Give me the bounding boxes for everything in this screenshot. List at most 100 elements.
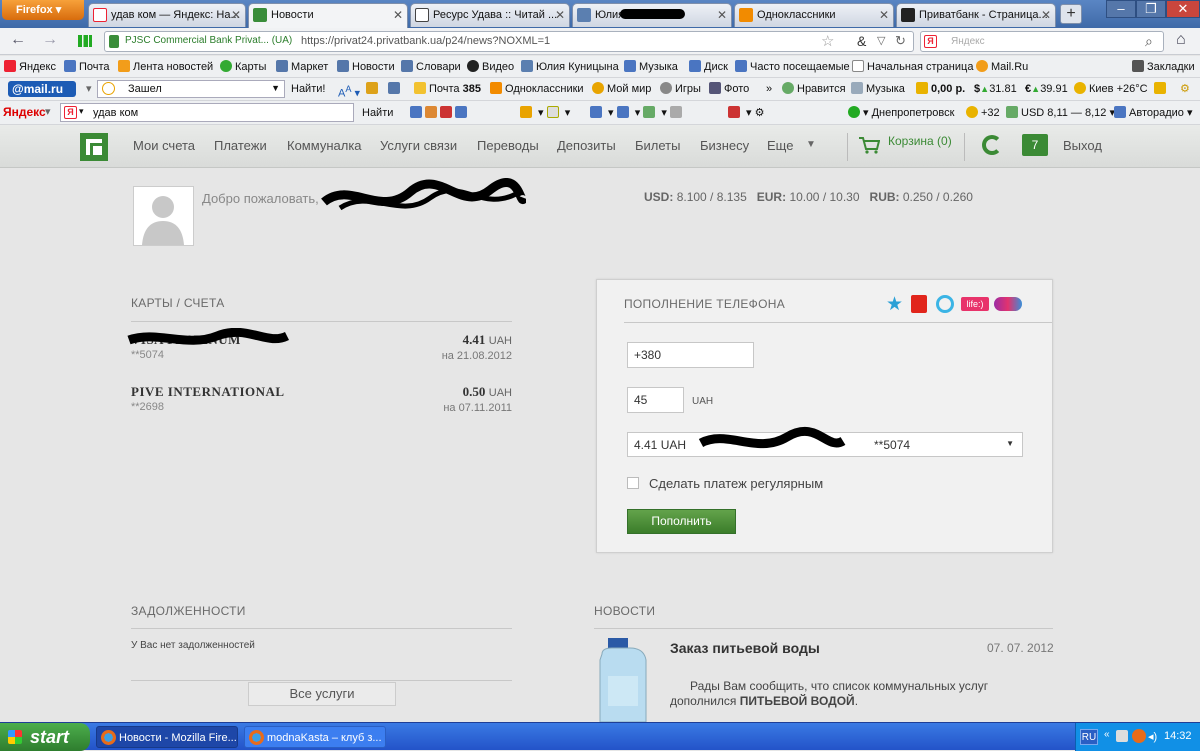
- close-tab-icon[interactable]: ✕: [231, 4, 241, 26]
- highlight-icon[interactable]: [366, 82, 381, 96]
- tab-novosti[interactable]: Новости ✕: [248, 3, 408, 28]
- amount-input[interactable]: 45: [627, 387, 684, 413]
- bookmark-yandex[interactable]: Яндекс: [4, 60, 56, 74]
- bookmark-lenta[interactable]: Лента новостей: [118, 60, 213, 74]
- bookmark-novosti[interactable]: Новости: [337, 60, 395, 74]
- dropdown-arrow-icon[interactable]: ▼: [271, 83, 280, 93]
- odnoklassniki-button[interactable]: Одноклассники: [490, 82, 584, 96]
- tab-odnoklassniki[interactable]: Одноклассники ✕: [734, 3, 894, 27]
- bookmark-muzyka[interactable]: Музыка: [624, 60, 678, 74]
- search-icon[interactable]: ⌕: [1145, 33, 1153, 50]
- taskbar-item-modnakasta[interactable]: modnaKasta – клуб з...: [244, 726, 386, 748]
- bookmark-slovari[interactable]: Словари: [401, 60, 461, 74]
- toolbar-icons[interactable]: ▾ ▾ ▾: [590, 106, 685, 120]
- translate-icon[interactable]: &: [857, 33, 866, 49]
- tab-yandex-search[interactable]: удав ком — Яндекс: На... ✕: [88, 3, 246, 27]
- close-tab-icon[interactable]: ✕: [393, 4, 403, 26]
- back-icon[interactable]: ←: [10, 31, 26, 49]
- money-button[interactable]: 0,00 р.: [916, 82, 965, 96]
- nav-bilety[interactable]: Билеты: [635, 138, 680, 153]
- nav-moi-scheta[interactable]: Мои счета: [133, 138, 195, 153]
- minimize-button[interactable]: ‒: [1106, 0, 1136, 18]
- volume-icon[interactable]: ◂): [1148, 730, 1157, 743]
- bookmarks-menu[interactable]: Закладки: [1132, 60, 1195, 74]
- phone-input[interactable]: +380: [627, 342, 754, 368]
- dropdown-arrow-icon[interactable]: ▾: [79, 106, 84, 117]
- tray-expand-icon[interactable]: «: [1104, 729, 1110, 740]
- chevron-right-icon[interactable]: »: [766, 82, 772, 96]
- reload-icon[interactable]: ↻: [895, 33, 906, 49]
- taskbar-item-firefox[interactable]: Новости - Mozilla Fire...: [96, 726, 238, 748]
- regular-payment-checkbox[interactable]: [627, 477, 639, 489]
- nav-platezhi[interactable]: Платежи: [214, 138, 267, 153]
- nav-biznesu[interactable]: Бизнесу: [700, 138, 749, 153]
- site-identity-label[interactable]: PJSC Commercial Bank Privat... (UA): [125, 35, 292, 46]
- bookmark-home[interactable]: Начальная страница: [852, 60, 973, 74]
- usd-rate[interactable]: $▲31.81: [974, 82, 1017, 96]
- yandex-icon[interactable]: Я: [924, 35, 937, 48]
- moi-mir-button[interactable]: Мой мир: [592, 82, 651, 96]
- bookmark-market[interactable]: Маркет: [276, 60, 328, 74]
- toolbar-icons[interactable]: ▾ ▾: [520, 106, 570, 120]
- kyivstar-star-icon[interactable]: ★: [886, 293, 903, 316]
- dropdown-arrow-icon[interactable]: ▾: [45, 105, 51, 118]
- bookmark-disk[interactable]: Диск: [689, 60, 728, 74]
- eur-rate[interactable]: €▲39.91: [1025, 82, 1068, 96]
- beeline-icon[interactable]: [936, 295, 954, 313]
- close-tab-icon[interactable]: ✕: [879, 4, 889, 26]
- regular-payment-label[interactable]: Сделать платеж регулярным: [649, 476, 823, 491]
- maximize-button[interactable]: ❐: [1136, 0, 1166, 18]
- nav-uslugi-svyazi[interactable]: Услуги связи: [380, 138, 457, 153]
- foto-button[interactable]: Фото: [709, 82, 749, 96]
- cart-icon[interactable]: [858, 136, 880, 154]
- card-row[interactable]: PIVE INTERNATIONAL **2698 0.50 UAH на 07…: [131, 382, 512, 422]
- pochta-button[interactable]: Почта 385: [414, 82, 481, 96]
- chevron-down-icon[interactable]: ▼: [806, 139, 816, 150]
- messages-badge[interactable]: 7: [1022, 134, 1048, 156]
- weather-button[interactable]: Киев +26°C: [1074, 82, 1148, 96]
- url-text[interactable]: https://privat24.privatbank.ua/p24/news?…: [301, 35, 550, 47]
- screenshot-icon[interactable]: [388, 82, 403, 96]
- bookmark-star-icon[interactable]: ☆: [821, 32, 834, 50]
- muzyka-button[interactable]: Музыка: [851, 82, 905, 96]
- all-services-button[interactable]: Все услуги: [248, 682, 396, 706]
- card-row[interactable]: VISA PLATINUM **5074 4.41 UAH на 21.08.2…: [127, 328, 512, 370]
- nav-perevody[interactable]: Переводы: [477, 138, 539, 153]
- logout-link[interactable]: Выход: [1063, 138, 1102, 153]
- nav-eshche[interactable]: Еще: [767, 138, 793, 153]
- toolbar-icons[interactable]: ▾ ⚙: [728, 106, 765, 120]
- search-bar[interactable]: Я Яндекс ⌕: [920, 31, 1164, 52]
- close-tab-icon[interactable]: ✕: [1041, 4, 1051, 26]
- bookmark-yulia[interactable]: Юлия Куницына: [521, 60, 619, 74]
- igry-button[interactable]: Игры: [660, 82, 701, 96]
- bookmark-chasto[interactable]: Часто посещаемые: [735, 60, 850, 74]
- tab-resurs-udava[interactable]: Ресурс Удава :: Читай ... ✕: [410, 3, 570, 27]
- life-icon[interactable]: life:): [961, 297, 989, 311]
- bookmark-pochta[interactable]: Почта: [64, 60, 110, 74]
- forward-icon[interactable]: →: [42, 31, 58, 49]
- bookmark-karty[interactable]: Карты: [220, 60, 266, 74]
- yandex-search-input[interactable]: Я ▾ удав ком: [60, 103, 354, 122]
- radio-button[interactable]: Авторадио ▾: [1114, 106, 1192, 120]
- gear-icon[interactable]: ⚙: [1180, 82, 1190, 96]
- yandex-logo[interactable]: Яндекс: [3, 105, 46, 119]
- close-tab-icon[interactable]: ✕: [555, 4, 565, 26]
- bookmark-mailru[interactable]: Mail.Ru: [976, 60, 1028, 74]
- city-button[interactable]: ▾ Днепропетровск: [848, 106, 954, 120]
- search-placeholder[interactable]: Яндекс: [951, 36, 985, 47]
- toolbar-icons[interactable]: [410, 106, 470, 120]
- temperature-button[interactable]: +32: [966, 106, 1000, 120]
- firefox-menu-button[interactable]: Firefox ▾: [2, 0, 84, 20]
- mailru-search-input[interactable]: Зашел ▼: [97, 80, 285, 98]
- avatar[interactable]: [133, 186, 194, 246]
- start-button[interactable]: start: [0, 723, 90, 751]
- close-tab-icon[interactable]: ✕: [717, 4, 727, 26]
- chevron-down-icon[interactable]: ▼: [1006, 439, 1014, 448]
- dropdown-arrow-icon[interactable]: ▾: [86, 82, 92, 95]
- site-identity-icon[interactable]: [109, 35, 119, 48]
- privatbank-logo[interactable]: [80, 133, 108, 161]
- water-bottle-image[interactable]: [596, 636, 652, 722]
- mts-icon[interactable]: [911, 295, 927, 313]
- cart-link[interactable]: Корзина (0): [888, 134, 952, 148]
- network-icon[interactable]: [1116, 730, 1128, 742]
